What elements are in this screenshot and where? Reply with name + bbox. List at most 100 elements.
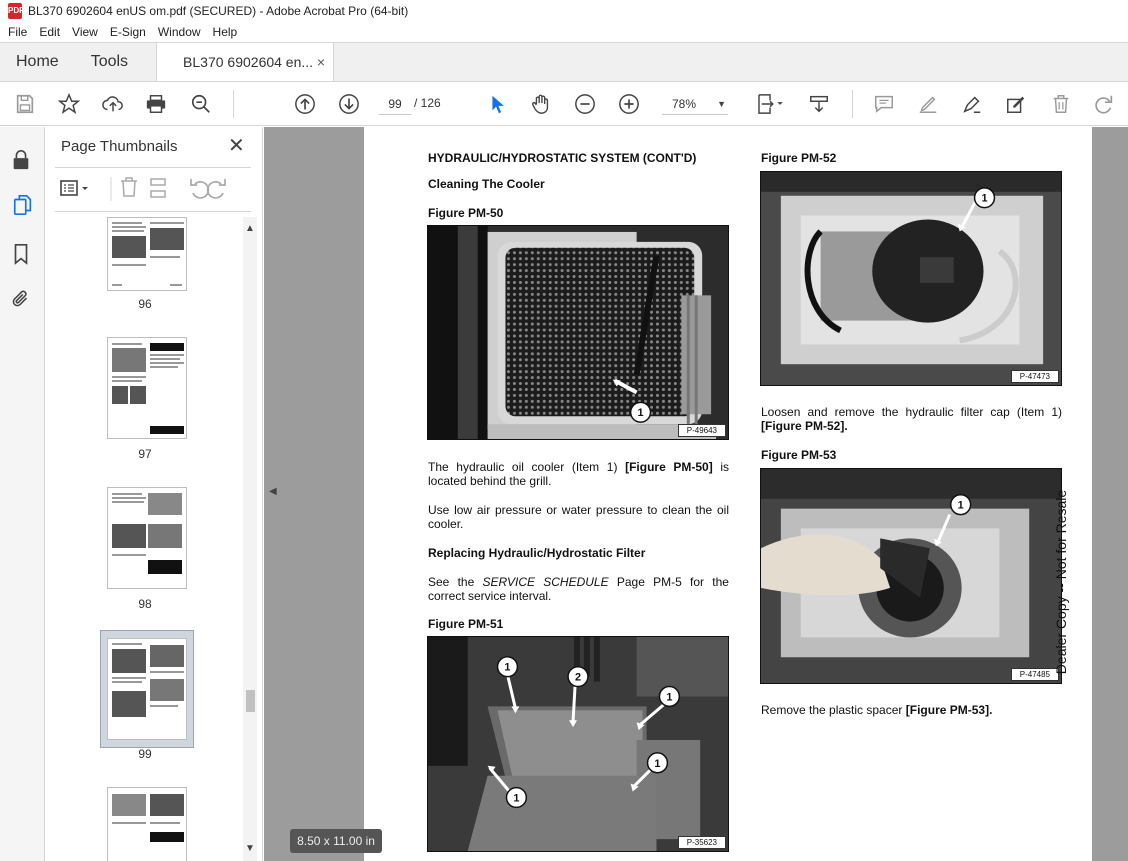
acrobat-window: PDF BL370 6902604 enUS om.pdf (SECURED) …	[0, 0, 1128, 861]
section-heading: HYDRAULIC/HYDROSTATIC SYSTEM (CONT'D)	[428, 151, 697, 165]
figure-id-label: P-49643	[677, 424, 726, 437]
close-icon[interactable]: ✕	[228, 136, 245, 156]
thumbnail-list: 96 97 98 99	[45, 217, 243, 861]
figure-id-label: P-47473	[1010, 370, 1059, 383]
pdf-page: HYDRAULIC/HYDROSTATIC SYSTEM (CONT'D) Cl…	[364, 127, 1092, 861]
figure-pm-53-photo: 1 P-47485	[760, 468, 1062, 684]
callout-number: 1	[958, 500, 964, 512]
attachment-paperclip-icon[interactable]	[10, 288, 34, 312]
save-icon[interactable]	[13, 92, 37, 116]
figure-reference: [Figure PM-52].	[761, 419, 848, 433]
page-total: / 126	[414, 96, 441, 110]
thumbnail-page-96[interactable]	[107, 217, 187, 291]
dealer-copy-watermark: Dealer Copy -- Not for Resale	[1051, 488, 1071, 678]
toolbar-divider	[852, 90, 853, 118]
page-thumbnails-icon[interactable]	[12, 194, 36, 218]
figure-id-label: P-35623	[677, 836, 726, 849]
sign-pen-icon[interactable]	[960, 92, 984, 116]
thumbnail-page-99[interactable]	[107, 638, 187, 740]
rotate-right-icon[interactable]	[206, 179, 226, 199]
select-cursor-icon[interactable]	[485, 92, 509, 116]
service-schedule-reference: SERVICE SCHEDULE	[482, 575, 609, 589]
hand-tool-icon[interactable]	[529, 92, 553, 116]
menu-help[interactable]: Help	[207, 22, 244, 42]
tab-document[interactable]: BL370 6902604 en... ×	[156, 43, 335, 81]
thumbnail-scrollbar[interactable]	[243, 217, 257, 861]
figure-pm-52-photo: 1 P-47473	[760, 171, 1062, 386]
subheading-cleaning-cooler: Cleaning The Cooler	[428, 177, 545, 191]
highlight-pen-icon[interactable]	[916, 92, 940, 116]
callout-number: 1	[513, 792, 519, 804]
figure-pm-51-title: Figure PM-51	[428, 617, 504, 631]
page-number-input[interactable]: 99	[378, 93, 412, 115]
bookmark-star-icon[interactable]	[57, 92, 81, 116]
fit-page-icon[interactable]	[752, 92, 788, 116]
thumbnail-options-icon[interactable]	[60, 180, 88, 196]
chevron-down-icon: ▼	[717, 99, 726, 109]
menu-view[interactable]: View	[66, 22, 104, 42]
zoom-search-icon[interactable]	[189, 92, 213, 116]
thumbnail-scrollbar-thumb[interactable]	[246, 690, 255, 712]
zoom-in-icon[interactable]	[617, 92, 641, 116]
toolbar-divider	[233, 90, 234, 118]
zoom-level-value: 78%	[672, 97, 697, 111]
menu-bar: File Edit View E-Sign Window Help	[0, 22, 1128, 42]
tab-document-label: BL370 6902604 en...	[183, 54, 314, 70]
delete-trash-icon[interactable]	[1049, 92, 1073, 116]
tab-close-icon[interactable]: ×	[317, 54, 325, 70]
figure-reference: [Figure PM-53].	[905, 703, 993, 717]
paragraph-service-schedule: See the SERVICE SCHEDULE Page PM-5 for t…	[428, 575, 729, 603]
next-page-icon[interactable]	[337, 92, 361, 116]
redo-icon[interactable]	[1092, 92, 1116, 116]
paragraph-oil-cooler: The hydraulic oil cooler (Item 1) [Figur…	[428, 460, 729, 488]
thumbnail-label: 99	[138, 747, 152, 761]
panel-title: Page Thumbnails	[61, 138, 178, 155]
panel-divider	[55, 211, 251, 212]
document-viewport-margin	[1093, 127, 1128, 861]
figure-pm-50-title: Figure PM-50	[428, 206, 504, 220]
comment-icon[interactable]	[872, 92, 896, 116]
print-icon[interactable]	[144, 92, 168, 116]
tab-tools[interactable]: Tools	[75, 43, 144, 81]
scroll-up-icon[interactable]: ▲	[245, 223, 255, 234]
page-size-indicator: 8.50 x 11.00 in	[290, 829, 382, 853]
thumbnail-page-100[interactable]	[107, 787, 187, 861]
callout-number: 1	[654, 758, 660, 770]
extract-page-icon[interactable]	[150, 178, 166, 198]
title-bar: PDF BL370 6902604 enUS om.pdf (SECURED) …	[0, 0, 1128, 22]
previous-page-icon[interactable]	[293, 92, 317, 116]
scroll-mode-icon[interactable]	[807, 92, 831, 116]
callout-number: 1	[666, 691, 672, 703]
zoom-out-icon[interactable]	[573, 92, 597, 116]
tab-home[interactable]: Home	[0, 43, 75, 81]
menu-window[interactable]: Window	[152, 22, 207, 42]
menu-esign[interactable]: E-Sign	[104, 22, 152, 42]
bookmark-icon[interactable]	[10, 243, 34, 267]
paragraph-text: The hydraulic oil cooler (Item 1)	[428, 460, 618, 474]
scroll-down-icon[interactable]: ▼	[245, 843, 255, 854]
paragraph-air-pressure: Use low air pressure or water pressure t…	[428, 503, 729, 531]
callout-number: 1	[981, 193, 987, 205]
paragraph-text: See the	[428, 575, 475, 589]
collapse-panel-icon[interactable]: ◀	[269, 486, 277, 497]
menu-edit[interactable]: Edit	[33, 22, 66, 42]
paragraph-remove-spacer: Remove the plastic spacer [Figure PM-53]…	[761, 703, 992, 717]
thumbnail-page-97[interactable]	[107, 337, 187, 439]
window-title: BL370 6902604 enUS om.pdf (SECURED) - Ad…	[28, 4, 409, 18]
delete-page-icon[interactable]	[121, 177, 137, 197]
upload-cloud-icon[interactable]	[101, 92, 125, 116]
lock-icon[interactable]	[10, 149, 34, 173]
thumbnail-page-98[interactable]	[107, 487, 187, 589]
paragraph-text: Remove the plastic spacer	[761, 703, 903, 717]
figure-reference: [Figure PM-50]	[625, 460, 713, 474]
menu-file[interactable]: File	[2, 22, 33, 42]
callout-number: 2	[575, 672, 581, 684]
thumbnail-label: 97	[138, 447, 152, 461]
tab-bar: Home Tools BL370 6902604 en... ×	[0, 42, 1128, 82]
panel-divider	[55, 167, 251, 168]
edit-pdf-icon[interactable]	[1004, 92, 1028, 116]
rotate-left-icon[interactable]	[190, 179, 210, 199]
left-navigation-rail	[0, 127, 45, 861]
zoom-level-dropdown[interactable]: 78% ▼	[662, 93, 728, 115]
figure-pm-53-title: Figure PM-53	[761, 448, 837, 462]
